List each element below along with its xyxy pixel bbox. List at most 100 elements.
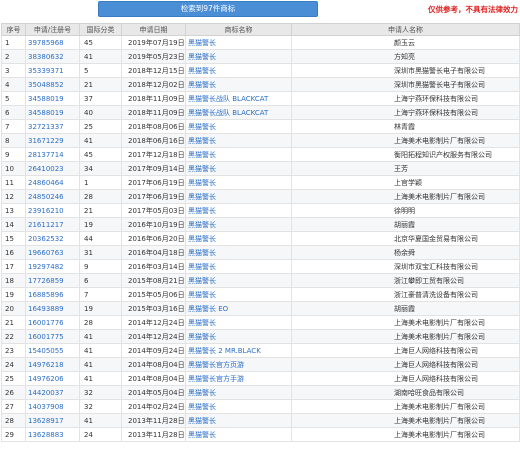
reg-number-link[interactable]: 16001776 [25, 315, 80, 330]
table-row: 5 34588019 37 2018年11月09日 黑猫警长战队 BLACKCAT 上海宁… [1, 91, 520, 106]
reg-number-link[interactable]: 24850246 [25, 189, 80, 204]
trademark-name-link[interactable]: 黑猫警长 2 MR.BLACK [185, 343, 292, 358]
trademark-name-link[interactable]: 黑猫警长 [185, 63, 292, 78]
class-cell: 9 [79, 259, 122, 274]
applicant-cell: 浙江攀即工贸有限公司 [291, 273, 520, 288]
date-cell: 2018年12月02日 [121, 77, 186, 92]
trademark-name-link[interactable]: 黑猫警长 [185, 161, 292, 176]
row-index: 17 [1, 259, 26, 274]
trademark-name-link[interactable]: 黑猫警长 [185, 259, 292, 274]
reg-number-link[interactable]: 34588019 [25, 91, 80, 106]
trademark-name-link[interactable]: 黑猫警长 [185, 203, 292, 218]
row-index: 4 [1, 77, 26, 92]
trademark-name-link[interactable]: 黑猫警长 [185, 133, 292, 148]
trademark-name-link[interactable]: 黑猫警长 [185, 273, 292, 288]
reg-number-link[interactable]: 14037908 [25, 399, 80, 414]
class-cell: 41 [79, 343, 122, 358]
reg-number-link[interactable]: 17726859 [25, 273, 80, 288]
applicant-cell: 北京华夏国金贸易有限公司 [291, 231, 520, 246]
reg-number-link[interactable]: 28137714 [25, 147, 80, 162]
reg-number-link[interactable]: 19297482 [25, 259, 80, 274]
reg-number-link[interactable]: 20362532 [25, 231, 80, 246]
reg-number-link[interactable]: 13628883 [25, 427, 80, 442]
table-row: 15 20362532 44 2016年06月20日 黑猫警长 北京华夏国金贸易有限公司 [1, 231, 520, 246]
trademark-name-link[interactable]: 黑猫警长 [185, 147, 292, 162]
disclaimer-text: 仅供参考，不具有法律效力 [428, 5, 518, 14]
table-row: 19 16885896 7 2015年05月06日 黑猫警长 浙江豪普清洗设备有限公司 [1, 287, 520, 302]
column-header-reg-number: 申请/注册号 [25, 23, 80, 36]
table-row: 12 24850246 28 2017年06月19日 黑猫警长 上海美术电影制片厂有限公司 [1, 189, 520, 204]
trademark-name-link[interactable]: 黑猫警长 [185, 217, 292, 232]
class-cell: 6 [79, 273, 122, 288]
row-index: 27 [1, 399, 26, 414]
reg-number-link[interactable]: 21611217 [25, 217, 80, 232]
date-cell: 2014年09月24日 [121, 343, 186, 358]
reg-number-link[interactable]: 23916210 [25, 203, 80, 218]
reg-number-link[interactable]: 14976206 [25, 371, 80, 386]
reg-number-link[interactable]: 16493889 [25, 301, 80, 316]
trademark-name-link[interactable]: 黑猫警长 [185, 329, 292, 344]
table-row: 8 31671229 41 2018年06月16日 黑猫警长 上海美术电影制片厂有限公司 [1, 133, 520, 148]
applicant-cell: 胡丽霞 [291, 217, 520, 232]
table-row: 7 32721337 25 2018年08月06日 黑猫警长 林青霞 [1, 119, 520, 134]
class-cell: 37 [79, 91, 122, 106]
applicant-cell: 上海巨人网络科技有限公司 [291, 343, 520, 358]
reg-number-link[interactable]: 24860464 [25, 175, 80, 190]
row-index: 10 [1, 161, 26, 176]
row-index: 18 [1, 273, 26, 288]
reg-number-link[interactable]: 15405055 [25, 343, 80, 358]
reg-number-link[interactable]: 14420037 [25, 385, 80, 400]
applicant-cell: 上海美术电影制片厂有限公司 [291, 427, 520, 442]
trademark-name-link[interactable]: 黑猫警长 [185, 175, 292, 190]
trademark-name-link[interactable]: 黑猫警长官方页游 [185, 357, 292, 372]
trademark-name-link[interactable]: 黑猫警长 [185, 77, 292, 92]
trademark-name-link[interactable]: 黑猫警长 EO [185, 301, 292, 316]
table-row: 26 14420037 32 2014年05月04日 黑猫警长 湖南哈旺食品有限公司 [1, 385, 520, 400]
reg-number-link[interactable]: 31671229 [25, 133, 80, 148]
reg-number-link[interactable]: 39785968 [25, 35, 80, 50]
trademark-name-link[interactable]: 黑猫警长 [185, 427, 292, 442]
trademark-name-link[interactable]: 黑猫警长战队 BLACKCAT [185, 91, 292, 106]
applicant-cell: 深圳市黑猫警长电子有限公司 [291, 63, 520, 78]
applicant-cell: 上海美术电影制片厂有限公司 [291, 413, 520, 428]
applicant-cell: 上海巨人网络科技有限公司 [291, 357, 520, 372]
date-cell: 2018年11月09日 [121, 105, 186, 120]
reg-number-link[interactable]: 26410023 [25, 161, 80, 176]
trademark-name-link[interactable]: 黑猫警长 [185, 385, 292, 400]
trademark-name-link[interactable]: 黑猫警长 [185, 119, 292, 134]
trademark-name-link[interactable]: 黑猫警长 [185, 413, 292, 428]
table-row: 17 19297482 9 2016年03月14日 黑猫警长 深圳市双宝汇科技有限公司 [1, 259, 520, 274]
date-cell: 2018年08月06日 [121, 119, 186, 134]
reg-number-link[interactable]: 14976218 [25, 357, 80, 372]
reg-number-link[interactable]: 35048852 [25, 77, 80, 92]
applicant-cell: 颜玉云 [291, 35, 520, 50]
trademark-name-link[interactable]: 黑猫警长战队 BLACKCAT [185, 105, 292, 120]
trademark-name-link[interactable]: 黑猫警长 [185, 315, 292, 330]
table-row: 27 14037908 32 2014年02月24日 黑猫警长 上海美术电影制片厂有限公司 [1, 399, 520, 414]
reg-number-link[interactable]: 13628917 [25, 413, 80, 428]
trademark-name-link[interactable]: 黑猫警长 [185, 231, 292, 246]
trademark-name-link[interactable]: 黑猫警长 [185, 287, 292, 302]
row-index: 28 [1, 413, 26, 428]
trademark-name-link[interactable]: 黑猫警长 [185, 189, 292, 204]
table-row: 13 23916210 21 2017年05月03日 黑猫警长 徐明明 [1, 203, 520, 218]
row-index: 15 [1, 231, 26, 246]
trademark-name-link[interactable]: 黑猫警长 [185, 35, 292, 50]
row-index: 21 [1, 315, 26, 330]
row-index: 13 [1, 203, 26, 218]
reg-number-link[interactable]: 16885896 [25, 287, 80, 302]
trademark-name-link[interactable]: 黑猫警长 [185, 49, 292, 64]
class-cell: 31 [79, 245, 122, 260]
reg-number-link[interactable]: 35339371 [25, 63, 80, 78]
table-row: 9 28137714 45 2017年12月18日 黑猫警长 衡阳拓程知识产权服务有限公司 [1, 147, 520, 162]
trademark-name-link[interactable]: 黑猫警长 [185, 245, 292, 260]
reg-number-link[interactable]: 38380632 [25, 49, 80, 64]
reg-number-link[interactable]: 34588019 [25, 105, 80, 120]
reg-number-link[interactable]: 32721337 [25, 119, 80, 134]
trademark-name-link[interactable]: 黑猫警长 [185, 399, 292, 414]
reg-number-link[interactable]: 16001775 [25, 329, 80, 344]
result-count-button[interactable]: 检索到97件商标 [98, 1, 318, 17]
reg-number-link[interactable]: 19660763 [25, 245, 80, 260]
trademark-name-link[interactable]: 黑猫警长官方手游 [185, 371, 292, 386]
date-cell: 2015年05月06日 [121, 287, 186, 302]
